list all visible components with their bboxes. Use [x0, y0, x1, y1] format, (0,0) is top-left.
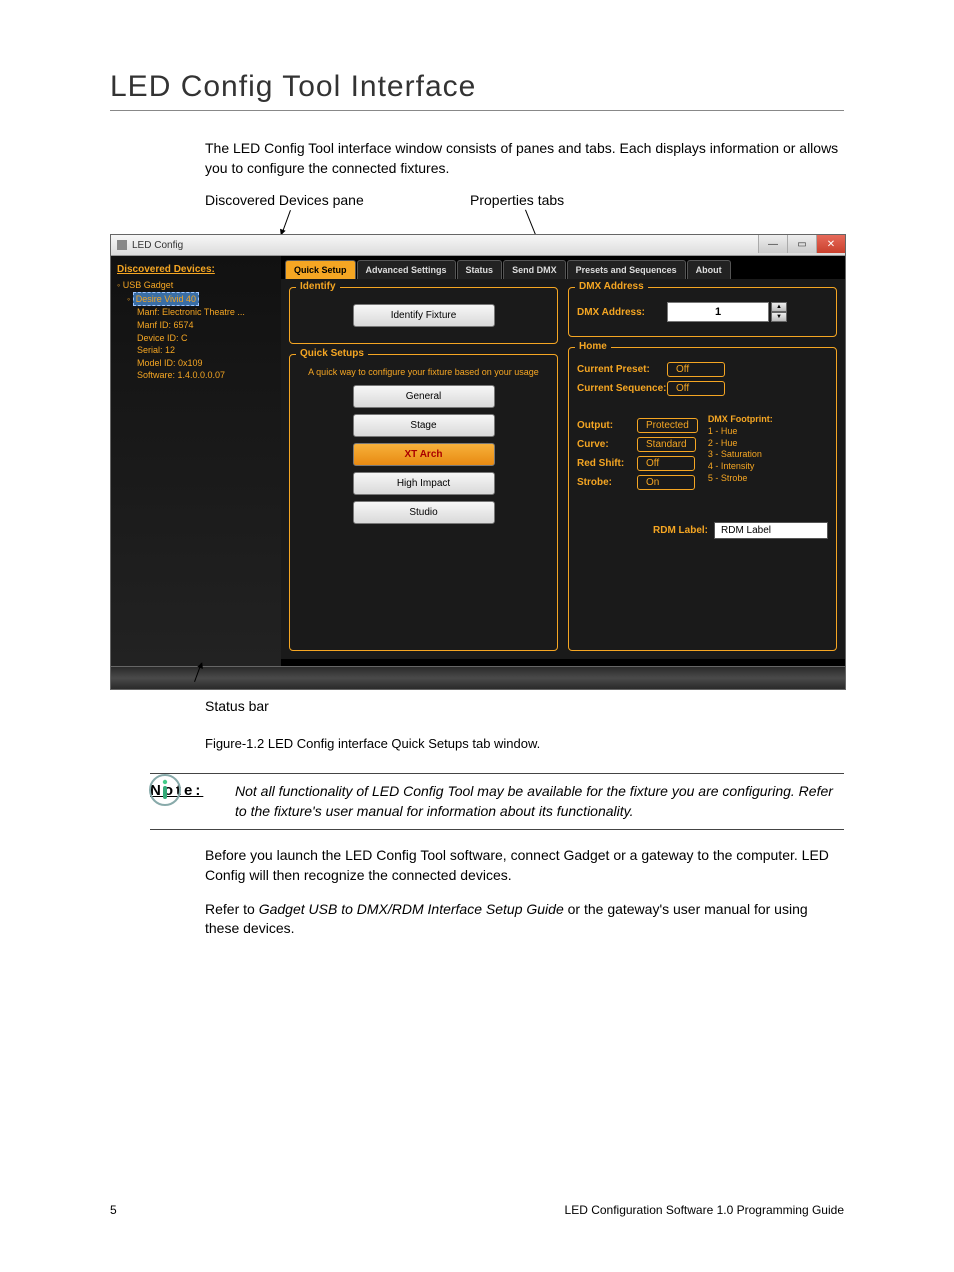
note-block: Note: Not all functionality of LED Confi… [150, 773, 844, 830]
device-info-line: Software: 1.4.0.0.0.07 [137, 369, 275, 382]
device-info-line: Manf: Electronic Theatre ... [137, 306, 275, 319]
output-value[interactable]: Protected [637, 418, 698, 433]
current-sequence-value[interactable]: Off [667, 381, 725, 396]
window-title: LED Config [132, 240, 183, 251]
window-close-button[interactable]: ✕ [816, 235, 845, 253]
group-title: Home [575, 341, 611, 352]
tree-title: Discovered Devices: [117, 264, 275, 275]
window-maximize-button[interactable]: ▭ [787, 235, 816, 253]
footer-title: LED Configuration Software 1.0 Programmi… [565, 1203, 844, 1217]
group-title: Identify [296, 281, 340, 292]
page-number: 5 [110, 1203, 117, 1217]
tree-selected-device[interactable]: Desire Vivid 40 [133, 292, 199, 307]
red-shift-label: Red Shift: [577, 458, 637, 469]
preset-general-button[interactable]: General [353, 385, 495, 408]
figure-caption: Figure-1.2 LED Config interface Quick Se… [205, 736, 844, 751]
dmx-address-input[interactable]: 1 [667, 302, 769, 322]
body-paragraph: Before you launch the LED Config Tool so… [205, 846, 844, 885]
callout-devices-pane: Discovered Devices pane [205, 192, 364, 208]
rdm-label: RDM Label: [653, 525, 708, 536]
window-titlebar: LED Config — ▭ ✕ [111, 235, 845, 256]
discovered-devices-pane: Discovered Devices: ◦ USB Gadget ◦ Desir… [111, 256, 281, 666]
tab-status[interactable]: Status [457, 260, 503, 279]
tab-quick-setup[interactable]: Quick Setup [285, 260, 356, 279]
info-icon [148, 773, 182, 807]
heading-rule [110, 110, 844, 111]
strobe-label: Strobe: [577, 477, 637, 488]
tree-root[interactable]: ◦ USB Gadget [117, 279, 275, 292]
note-text: Not all functionality of LED Config Tool… [235, 782, 844, 821]
preset-studio-button[interactable]: Studio [353, 501, 495, 524]
preset-xt-arch-button[interactable]: XT Arch [353, 443, 495, 466]
tab-presets-sequences[interactable]: Presets and Sequences [567, 260, 686, 279]
group-title: Quick Setups [296, 348, 368, 359]
strobe-value[interactable]: On [637, 475, 695, 490]
property-tabs: Quick Setup Advanced Settings Status Sen… [281, 256, 845, 279]
current-preset-label: Current Preset: [577, 364, 667, 375]
group-title: DMX Address [575, 281, 648, 292]
quick-setup-hint: A quick way to configure your fixture ba… [298, 367, 549, 379]
current-sequence-label: Current Sequence: [577, 383, 667, 394]
dmx-address-group: DMX Address DMX Address: 1 ▲▼ [568, 287, 837, 337]
app-window: LED Config — ▭ ✕ Discovered Devices: ◦ U… [110, 234, 846, 690]
identify-group: Identify Identify Fixture [289, 287, 558, 344]
dmx-address-spinner[interactable]: ▲▼ [771, 302, 787, 322]
arrow-icon [281, 210, 291, 235]
callout-status-bar: Status bar [205, 698, 269, 714]
dmx-footprint: DMX Footprint: 1 - Hue 2 - Hue 3 - Satur… [708, 414, 773, 484]
red-shift-value[interactable]: Off [637, 456, 695, 471]
identify-fixture-button[interactable]: Identify Fixture [353, 304, 495, 327]
dmx-address-label: DMX Address: [577, 307, 667, 318]
page-title: LED Config Tool Interface [110, 70, 844, 104]
current-preset-value[interactable]: Off [667, 362, 725, 377]
tab-about[interactable]: About [687, 260, 731, 279]
home-group: Home Current Preset:Off Current Sequence… [568, 347, 837, 651]
window-minimize-button[interactable]: — [758, 235, 787, 253]
device-info-line: Manf ID: 6574 [137, 319, 275, 332]
rdm-label-input[interactable]: RDM Label [714, 522, 828, 539]
tab-send-dmx[interactable]: Send DMX [503, 260, 566, 279]
app-icon [117, 240, 127, 250]
quick-setups-group: Quick Setups A quick way to configure yo… [289, 354, 558, 651]
preset-high-impact-button[interactable]: High Impact [353, 472, 495, 495]
callout-properties-tabs: Properties tabs [470, 192, 564, 208]
preset-stage-button[interactable]: Stage [353, 414, 495, 437]
device-info-line: Device ID: C [137, 332, 275, 345]
curve-label: Curve: [577, 439, 637, 450]
curve-value[interactable]: Standard [637, 437, 696, 452]
body-paragraph: Refer to Gadget USB to DMX/RDM Interface… [205, 900, 844, 939]
status-bar [111, 666, 845, 689]
intro-paragraph: The LED Config Tool interface window con… [205, 139, 844, 178]
tab-advanced-settings[interactable]: Advanced Settings [357, 260, 456, 279]
output-label: Output: [577, 420, 637, 431]
device-info-line: Model ID: 0x109 [137, 357, 275, 370]
device-info-line: Serial: 12 [137, 344, 275, 357]
